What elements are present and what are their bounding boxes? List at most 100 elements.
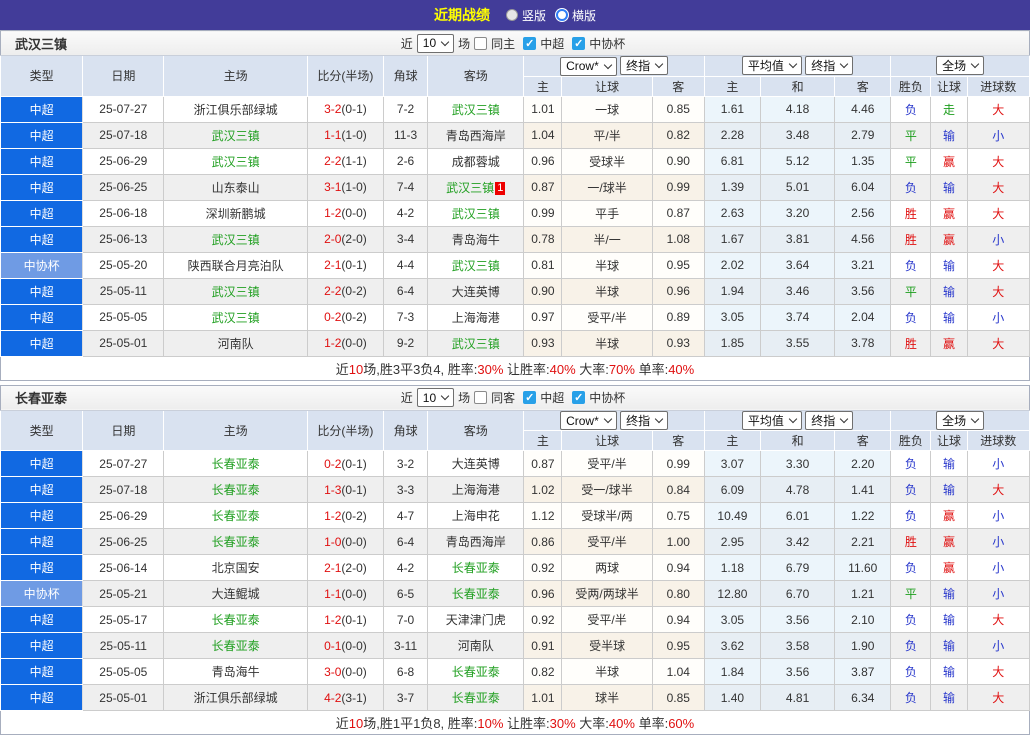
away-team-cell[interactable]: 成都蓉城 xyxy=(428,148,524,174)
radio-option-horizontal[interactable]: 横版 xyxy=(556,7,596,24)
home-team-cell[interactable]: 长春亚泰 xyxy=(164,477,307,503)
home-team-cell[interactable]: 深圳新鹏城 xyxy=(164,200,307,226)
same-venue-label[interactable]: 同客 xyxy=(491,389,515,406)
away-team-cell[interactable]: 青岛海牛 xyxy=(428,226,524,252)
away-team-name[interactable]: 上海海港 xyxy=(452,311,500,325)
home-team-name[interactable]: 武汉三镇 xyxy=(212,285,260,299)
away-team-cell[interactable]: 大连英博 xyxy=(428,451,524,477)
away-team-cell[interactable]: 武汉三镇 xyxy=(428,330,524,356)
home-team-name[interactable]: 武汉三镇 xyxy=(212,129,260,143)
away-team-cell[interactable]: 长春亚泰 xyxy=(428,555,524,581)
home-team-name[interactable]: 浙江俱乐部绿城 xyxy=(194,103,278,117)
home-team-name[interactable]: 浙江俱乐部绿城 xyxy=(194,691,278,705)
home-team-cell[interactable]: 河南队 xyxy=(164,330,307,356)
cup-label[interactable]: 中协杯 xyxy=(589,389,625,406)
same-venue-label[interactable]: 同主 xyxy=(491,35,515,52)
home-team-name[interactable]: 陕西联合月亮泊队 xyxy=(188,259,284,273)
home-team-cell[interactable]: 长春亚泰 xyxy=(164,451,307,477)
home-team-cell[interactable]: 武汉三镇 xyxy=(164,304,307,330)
home-team-cell[interactable]: 长春亚泰 xyxy=(164,503,307,529)
same-venue-checkbox[interactable] xyxy=(474,37,487,50)
home-team-name[interactable]: 长春亚泰 xyxy=(212,457,260,471)
home-team-name[interactable]: 青岛海牛 xyxy=(212,665,260,679)
odds-stage-select[interactable]: 终指 xyxy=(620,411,668,430)
home-team-name[interactable]: 武汉三镇 xyxy=(212,155,260,169)
cup-label[interactable]: 中协杯 xyxy=(589,35,625,52)
away-team-cell[interactable]: 上海海港 xyxy=(428,477,524,503)
scope-select[interactable]: 全场 xyxy=(936,56,984,75)
away-team-name[interactable]: 武汉三镇 xyxy=(452,259,500,273)
league-label[interactable]: 中超 xyxy=(540,35,564,52)
home-team-name[interactable]: 河南队 xyxy=(218,337,254,351)
away-team-name[interactable]: 武汉三镇 xyxy=(452,207,500,221)
away-team-name[interactable]: 成都蓉城 xyxy=(452,155,500,169)
home-team-name[interactable]: 长春亚泰 xyxy=(212,613,260,627)
radio-vertical-icon[interactable] xyxy=(506,9,518,21)
away-team-cell[interactable]: 武汉三镇 xyxy=(428,200,524,226)
home-team-cell[interactable]: 北京国安 xyxy=(164,555,307,581)
home-team-name[interactable]: 长春亚泰 xyxy=(212,509,260,523)
away-team-name[interactable]: 武汉三镇 xyxy=(452,337,500,351)
away-team-cell[interactable]: 青岛西海岸 xyxy=(428,529,524,555)
avg-stage-select[interactable]: 终指 xyxy=(805,411,853,430)
away-team-cell[interactable]: 武汉三镇 xyxy=(428,252,524,278)
away-team-cell[interactable]: 长春亚泰 xyxy=(428,659,524,685)
away-team-cell[interactable]: 青岛西海岸 xyxy=(428,122,524,148)
away-team-name[interactable]: 长春亚泰 xyxy=(452,587,500,601)
home-team-cell[interactable]: 青岛海牛 xyxy=(164,659,307,685)
away-team-name[interactable]: 青岛西海岸 xyxy=(446,535,506,549)
cup-checkbox[interactable]: ✓ xyxy=(572,37,585,50)
cup-checkbox[interactable]: ✓ xyxy=(572,391,585,404)
away-team-name[interactable]: 河南队 xyxy=(458,639,494,653)
away-team-cell[interactable]: 大连英博 xyxy=(428,278,524,304)
league-checkbox[interactable]: ✓ xyxy=(523,391,536,404)
home-team-cell[interactable]: 长春亚泰 xyxy=(164,529,307,555)
home-team-name[interactable]: 长春亚泰 xyxy=(212,535,260,549)
away-team-name[interactable]: 长春亚泰 xyxy=(452,665,500,679)
home-team-cell[interactable]: 长春亚泰 xyxy=(164,633,307,659)
away-team-name[interactable]: 上海海港 xyxy=(452,483,500,497)
away-team-name[interactable]: 天津津门虎 xyxy=(446,613,506,627)
avg-select[interactable]: 平均值 xyxy=(742,56,802,75)
radio-horizontal-icon[interactable] xyxy=(556,9,568,21)
home-team-cell[interactable]: 武汉三镇 xyxy=(164,226,307,252)
away-team-name[interactable]: 上海申花 xyxy=(452,509,500,523)
home-team-cell[interactable]: 长春亚泰 xyxy=(164,607,307,633)
away-team-name[interactable]: 大连英博 xyxy=(452,285,500,299)
league-label[interactable]: 中超 xyxy=(540,389,564,406)
home-team-name[interactable]: 大连鲲城 xyxy=(212,587,260,601)
away-team-cell[interactable]: 河南队 xyxy=(428,633,524,659)
home-team-cell[interactable]: 浙江俱乐部绿城 xyxy=(164,96,307,122)
home-team-name[interactable]: 北京国安 xyxy=(212,561,260,575)
away-team-cell[interactable]: 上海申花 xyxy=(428,503,524,529)
home-team-name[interactable]: 武汉三镇 xyxy=(212,311,260,325)
home-team-name[interactable]: 山东泰山 xyxy=(212,181,260,195)
home-team-name[interactable]: 深圳新鹏城 xyxy=(206,207,266,221)
away-team-cell[interactable]: 上海海港 xyxy=(428,304,524,330)
home-team-cell[interactable]: 武汉三镇 xyxy=(164,148,307,174)
home-team-cell[interactable]: 武汉三镇 xyxy=(164,122,307,148)
avg-stage-select[interactable]: 终指 xyxy=(805,56,853,75)
away-team-name[interactable]: 大连英博 xyxy=(452,457,500,471)
away-team-cell[interactable]: 武汉三镇 xyxy=(428,96,524,122)
away-team-name[interactable]: 青岛西海岸 xyxy=(446,129,506,143)
away-team-name[interactable]: 武汉三镇 xyxy=(446,181,494,195)
away-team-cell[interactable]: 长春亚泰 xyxy=(428,685,524,711)
away-team-name[interactable]: 武汉三镇 xyxy=(452,103,500,117)
home-team-name[interactable]: 长春亚泰 xyxy=(212,483,260,497)
games-count-select[interactable]: 10 xyxy=(417,388,454,407)
odds-provider-select[interactable]: Crow* xyxy=(560,57,617,76)
home-team-cell[interactable]: 大连鲲城 xyxy=(164,581,307,607)
odds-provider-select[interactable]: Crow* xyxy=(560,411,617,430)
home-team-cell[interactable]: 陕西联合月亮泊队 xyxy=(164,252,307,278)
same-venue-checkbox[interactable] xyxy=(474,391,487,404)
odds-stage-select[interactable]: 终指 xyxy=(620,56,668,75)
scope-select[interactable]: 全场 xyxy=(936,411,984,430)
league-checkbox[interactable]: ✓ xyxy=(523,37,536,50)
home-team-cell[interactable]: 武汉三镇 xyxy=(164,278,307,304)
home-team-cell[interactable]: 山东泰山 xyxy=(164,174,307,200)
away-team-cell[interactable]: 长春亚泰 xyxy=(428,581,524,607)
away-team-name[interactable]: 青岛海牛 xyxy=(452,233,500,247)
away-team-name[interactable]: 长春亚泰 xyxy=(452,561,500,575)
avg-select[interactable]: 平均值 xyxy=(742,411,802,430)
